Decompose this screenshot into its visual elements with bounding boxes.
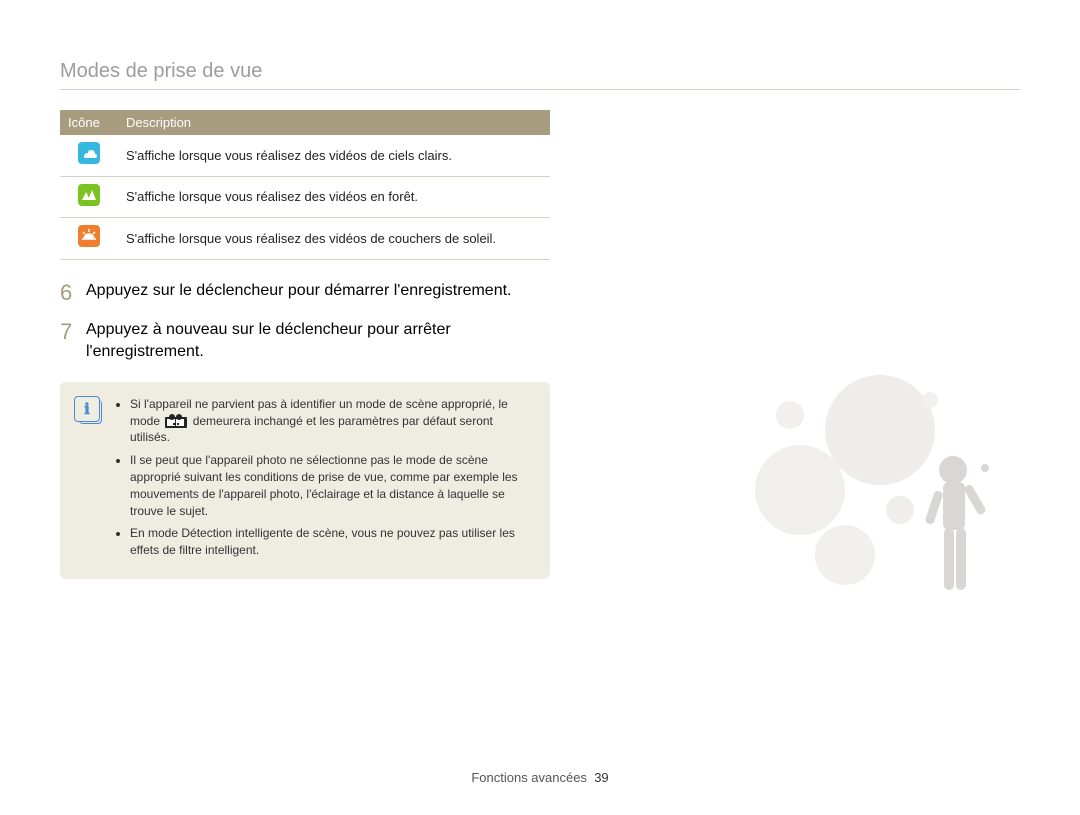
content-column: Icône Description S'affiche lorsque vous… (60, 110, 550, 579)
footer-section-label: Fonctions avancées (471, 770, 587, 785)
decorative-illustration (730, 360, 1030, 720)
smart-scene-movie-icon (165, 414, 187, 428)
sunset-icon (78, 225, 100, 247)
footer-page-number: 39 (594, 770, 608, 785)
table-header-icon: Icône (60, 110, 118, 135)
forest-icon (78, 184, 100, 206)
table-header-description: Description (118, 110, 550, 135)
step-item: 7 Appuyez à nouveau sur le déclencheur p… (60, 319, 550, 364)
note-item: En mode Détection intelligente de scène,… (130, 525, 534, 559)
step-text: Appuyez à nouveau sur le déclencheur pou… (86, 319, 550, 364)
page-footer: Fonctions avancées 39 (0, 770, 1080, 785)
note-icon: ℹ (74, 396, 102, 565)
page-title: Modes de prise de vue (60, 60, 1020, 90)
table-cell-description: S'affiche lorsque vous réalisez des vidé… (118, 176, 550, 218)
note-item: Si l'appareil ne parvient pas à identifi… (130, 396, 534, 446)
table-row: S'affiche lorsque vous réalisez des vidé… (60, 218, 550, 260)
step-number: 7 (60, 319, 76, 344)
table-row: S'affiche lorsque vous réalisez des vidé… (60, 176, 550, 218)
table-cell-description: S'affiche lorsque vous réalisez des vidé… (118, 218, 550, 260)
note-item: Il se peut que l'appareil photo ne sélec… (130, 452, 534, 519)
table-cell-description: S'affiche lorsque vous réalisez des vidé… (118, 135, 550, 176)
sky-icon (78, 142, 100, 164)
steps-list: 6 Appuyez sur le déclencheur pour démarr… (60, 280, 550, 364)
table-row: S'affiche lorsque vous réalisez des vidé… (60, 135, 550, 176)
note-box: ℹ Si l'appareil ne parvient pas à identi… (60, 382, 550, 579)
step-number: 6 (60, 280, 76, 305)
step-text: Appuyez sur le déclencheur pour démarrer… (86, 280, 512, 302)
icon-description-table: Icône Description S'affiche lorsque vous… (60, 110, 550, 260)
note-list: Si l'appareil ne parvient pas à identifi… (114, 396, 534, 565)
step-item: 6 Appuyez sur le déclencheur pour démarr… (60, 280, 550, 305)
